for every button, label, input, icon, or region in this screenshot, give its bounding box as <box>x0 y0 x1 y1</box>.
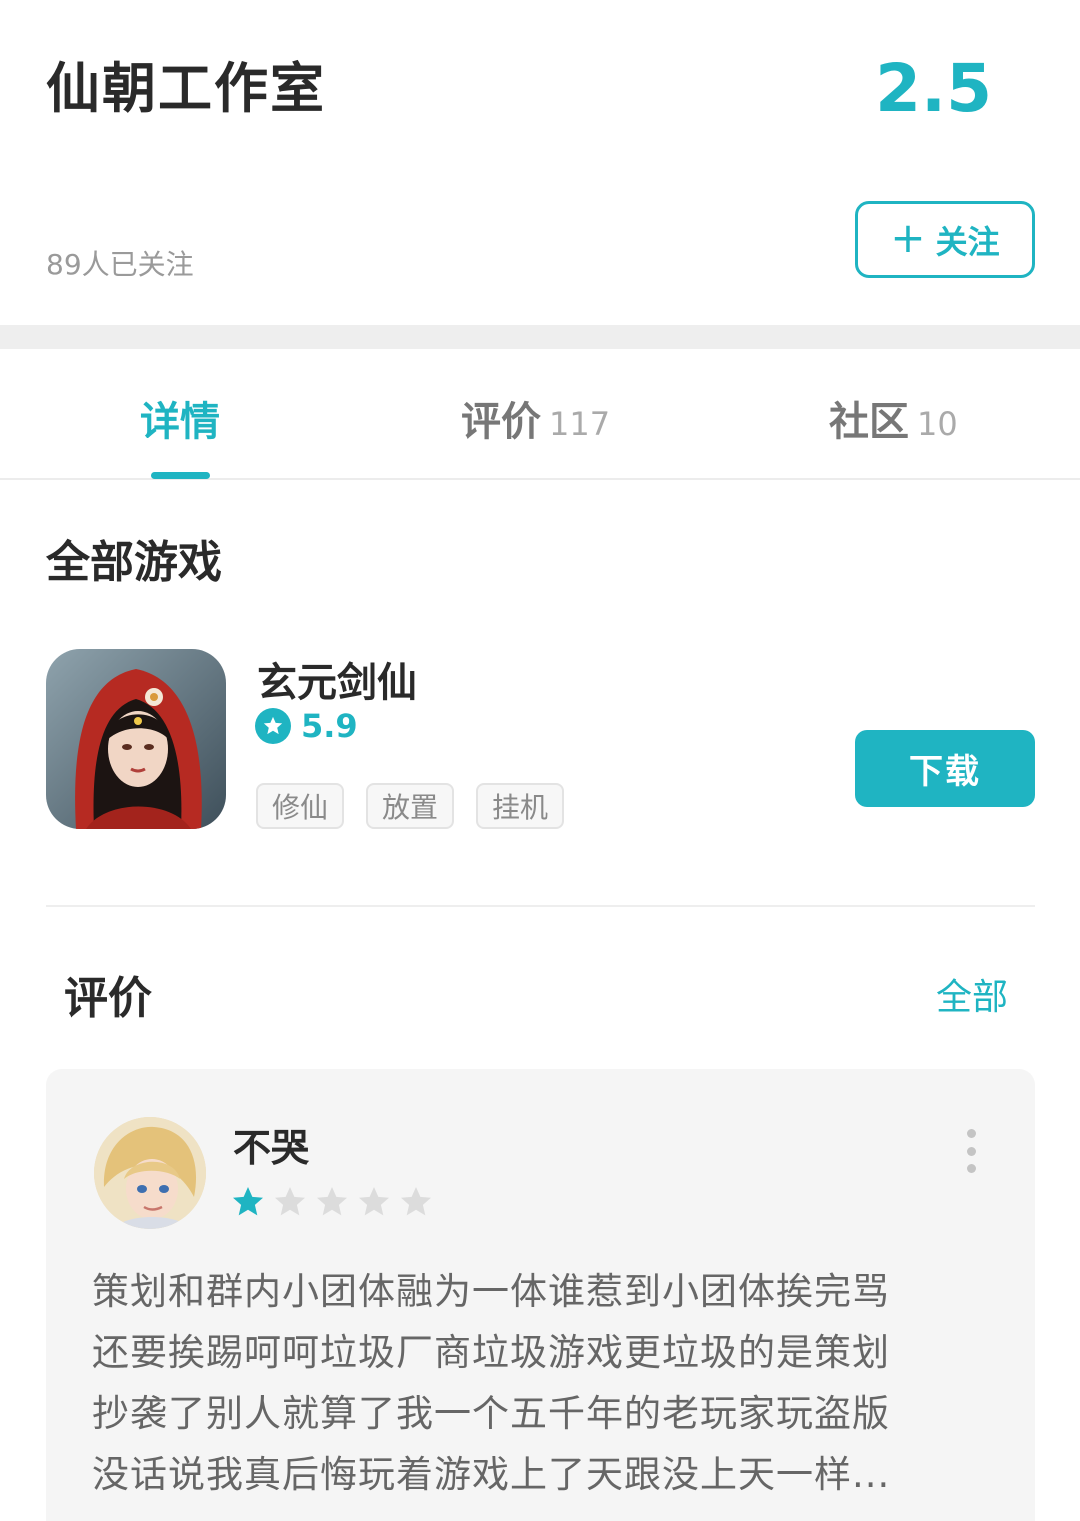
tab-community-label: 社区 <box>829 399 909 445</box>
reviewer-name[interactable]: 不哭 <box>233 1117 309 1172</box>
game-rating-value: 5.9 <box>301 707 358 745</box>
studio-header: 仙朝工作室 2.5 89人已关注 + 关注 <box>0 0 1080 325</box>
star-icon <box>359 1187 389 1216</box>
review-text-line: 还要挨踢呵呵垃圾厂商垃圾游戏更垃圾的是策划 <box>92 1331 890 1374</box>
review-card[interactable]: 不哭 策划和群内小团体融为一体谁惹到小团体挨完骂 还要挨踢呵呵垃圾厂商垃圾游戏更… <box>46 1069 1035 1521</box>
tab-details[interactable]: 详情 <box>140 389 220 447</box>
follower-count: 89人已关注 <box>46 248 194 281</box>
reviews-section-title: 评价 <box>64 973 152 1024</box>
star-icon <box>317 1187 347 1216</box>
follow-button-label: 关注 <box>935 222 1000 261</box>
avatar[interactable] <box>94 1117 206 1229</box>
review-text-line: 抄袭了别人就算了我一个五千年的老玩家玩盗版 <box>92 1392 890 1435</box>
game-rating: 5.9 <box>255 707 358 745</box>
download-button[interactable]: 下载 <box>855 730 1035 807</box>
game-icon[interactable] <box>46 649 226 829</box>
divider <box>46 905 1035 907</box>
games-section-title: 全部游戏 <box>46 537 222 588</box>
game-tags: 修仙 放置 挂机 <box>256 783 565 829</box>
review-star-rating <box>230 1184 434 1220</box>
review-text-line: 没话说我真后悔玩着游戏上了天跟没上天一样... <box>92 1453 891 1496</box>
game-tag[interactable]: 挂机 <box>476 783 565 829</box>
tab-community[interactable]: 社区 10 <box>829 389 958 447</box>
review-text[interactable]: 策划和群内小团体融为一体谁惹到小团体挨完骂 还要挨踢呵呵垃圾厂商垃圾游戏更垃圾的… <box>92 1261 992 1505</box>
tab-bar: 详情 评价 117 社区 10 <box>0 349 1080 480</box>
tab-reviews-count: 117 <box>549 405 611 443</box>
tab-community-count: 10 <box>917 405 958 443</box>
tab-details-label: 详情 <box>140 399 220 445</box>
game-tag[interactable]: 修仙 <box>256 783 345 829</box>
review-text-line: 策划和群内小团体融为一体谁惹到小团体挨完骂 <box>92 1270 890 1313</box>
star-icon <box>233 1187 263 1216</box>
section-separator <box>0 325 1080 349</box>
reviews-see-all-link[interactable]: 全部 <box>936 968 1008 1020</box>
more-vertical-icon[interactable] <box>964 1129 978 1173</box>
star-badge-icon <box>255 708 291 744</box>
follow-button[interactable]: + 关注 <box>855 201 1035 278</box>
studio-score: 2.5 <box>875 50 992 127</box>
star-icon <box>401 1187 431 1216</box>
active-tab-indicator <box>151 472 210 479</box>
game-tag[interactable]: 放置 <box>366 783 455 829</box>
star-icon <box>275 1187 305 1216</box>
game-name[interactable]: 玄元剑仙 <box>257 650 417 708</box>
plus-icon: + <box>890 212 926 262</box>
studio-name: 仙朝工作室 <box>46 57 326 120</box>
tab-reviews[interactable]: 评价 117 <box>461 389 610 447</box>
tab-reviews-label: 评价 <box>461 399 541 445</box>
